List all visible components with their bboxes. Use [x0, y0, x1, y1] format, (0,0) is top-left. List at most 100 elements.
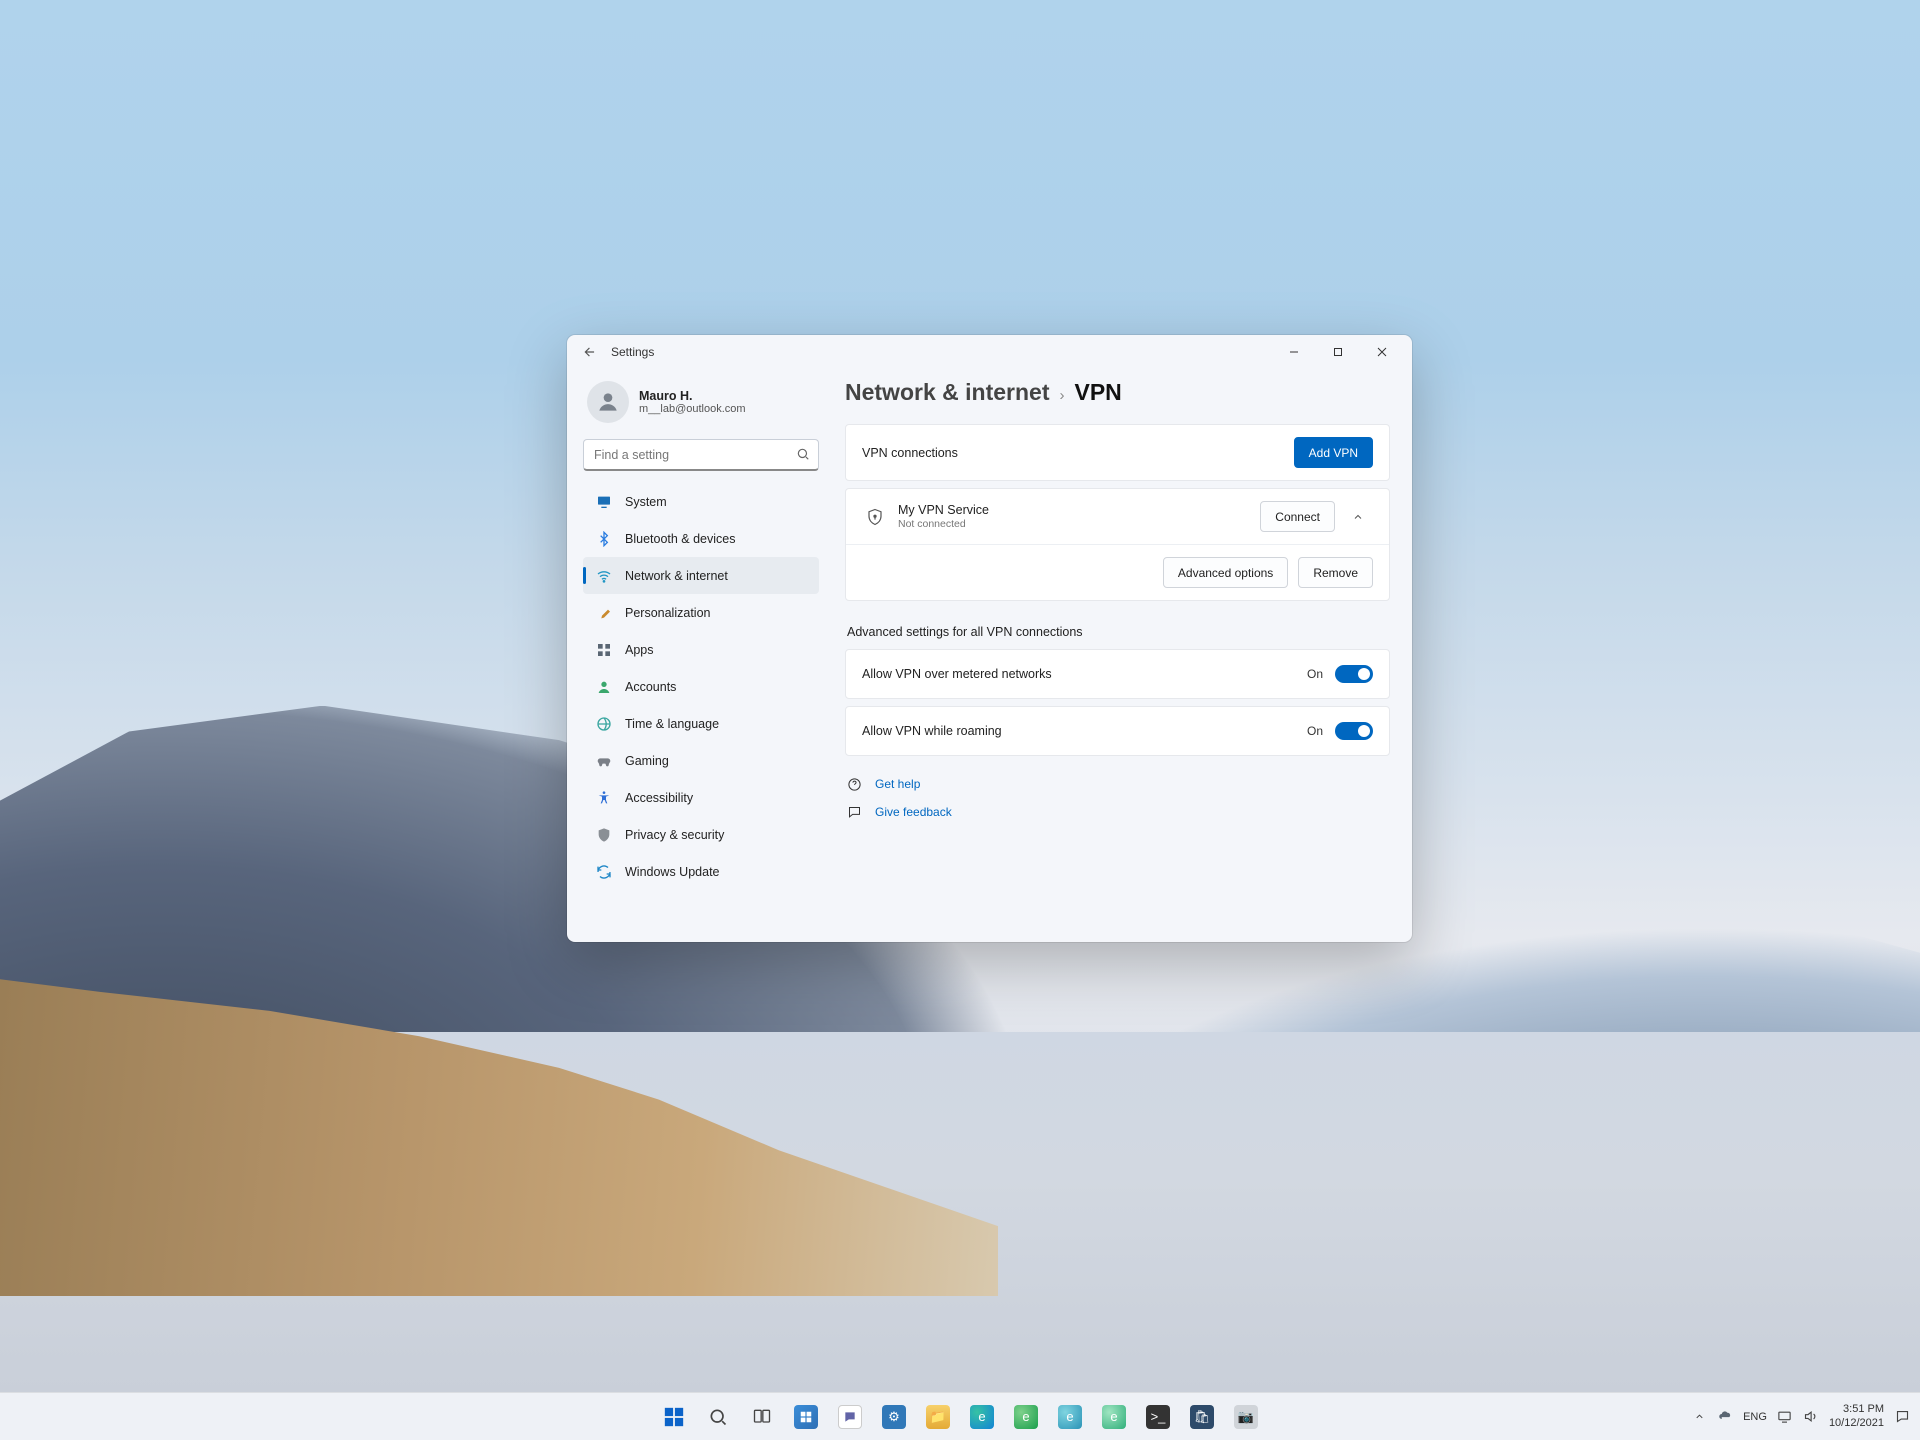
vpn-item-actions: Advanced options Remove	[846, 544, 1389, 600]
sidebar-item-accessibility[interactable]: Accessibility	[583, 779, 819, 816]
vpn-connections-card: VPN connections Add VPN	[845, 424, 1390, 481]
start-button[interactable]	[654, 1397, 694, 1437]
apps-icon	[595, 642, 613, 658]
taskbar-app-edge-canary[interactable]: e	[1094, 1397, 1134, 1437]
vpn-shield-icon	[862, 508, 888, 526]
vpn-item-row[interactable]: My VPN Service Not connected Connect	[846, 489, 1389, 544]
roaming-toggle-label: Allow VPN while roaming	[862, 724, 1002, 738]
taskbar-app-settings[interactable]: ⚙	[874, 1397, 914, 1437]
taskbar-app-explorer[interactable]: 📁	[918, 1397, 958, 1437]
taskbar-app-edge-dev[interactable]: e	[1050, 1397, 1090, 1437]
sidebar-item-label: Network & internet	[625, 569, 728, 583]
tray-date: 10/12/2021	[1829, 1417, 1884, 1430]
bluetooth-icon	[595, 531, 613, 547]
main-content: Network & internet › VPN VPN connections…	[835, 369, 1412, 942]
task-view-button[interactable]	[742, 1397, 782, 1437]
minimize-button[interactable]	[1272, 337, 1316, 367]
sidebar-item-personalization[interactable]: Personalization	[583, 594, 819, 631]
advanced-options-button[interactable]: Advanced options	[1163, 557, 1288, 588]
roaming-toggle[interactable]	[1335, 722, 1373, 740]
sidebar-item-privacy-security[interactable]: Privacy & security	[583, 816, 819, 853]
sidebar-item-time-language[interactable]: Time & language	[583, 705, 819, 742]
give-feedback-link[interactable]: Give feedback	[875, 805, 952, 819]
sidebar-item-windows-update[interactable]: Windows Update	[583, 853, 819, 890]
roaming-toggle-card: Allow VPN while roaming On	[845, 706, 1390, 756]
help-icon	[845, 777, 863, 792]
sidebar-item-label: Bluetooth & devices	[625, 532, 736, 546]
sidebar-item-label: System	[625, 495, 667, 509]
search-input[interactable]	[583, 439, 819, 471]
help-links: Get help Give feedback	[845, 770, 1390, 826]
close-button[interactable]	[1360, 337, 1404, 367]
shield-icon	[595, 827, 613, 843]
profile-name: Mauro H.	[639, 389, 746, 403]
system-tray: ENG 3:51 PM 10/12/2021	[1691, 1403, 1910, 1429]
titlebar: Settings	[567, 335, 1412, 369]
taskbar-app-edge[interactable]: e	[962, 1397, 1002, 1437]
onedrive-icon[interactable]	[1717, 1409, 1733, 1425]
gamepad-icon	[595, 753, 613, 769]
tray-overflow-icon[interactable]	[1691, 1409, 1707, 1425]
sidebar-item-apps[interactable]: Apps	[583, 631, 819, 668]
maximize-button[interactable]	[1316, 337, 1360, 367]
roaming-toggle-state: On	[1307, 724, 1323, 738]
sidebar-item-label: Windows Update	[625, 865, 720, 879]
window-title: Settings	[611, 345, 654, 359]
profile-block[interactable]: Mauro H. m__lab@outlook.com	[583, 373, 819, 437]
vpn-connections-label: VPN connections	[862, 446, 958, 460]
sidebar-item-accounts[interactable]: Accounts	[583, 668, 819, 705]
breadcrumb: Network & internet › VPN	[845, 379, 1390, 406]
accessibility-icon	[595, 790, 613, 806]
taskbar-center: ⚙ 📁 e e e e >_ 🛍 📷	[654, 1397, 1266, 1437]
taskbar-app-camera[interactable]: 📷	[1226, 1397, 1266, 1437]
taskbar: ⚙ 📁 e e e e >_ 🛍 📷 ENG 3:51 PM 10/12/202…	[0, 1392, 1920, 1440]
sidebar-item-network-internet[interactable]: Network & internet	[583, 557, 819, 594]
vpn-item-status: Not connected	[898, 518, 989, 530]
sidebar-item-gaming[interactable]: Gaming	[583, 742, 819, 779]
nav-list: System Bluetooth & devices Network & inter…	[583, 483, 819, 890]
vpn-item-card: My VPN Service Not connected Connect Adv…	[845, 488, 1390, 601]
search-field[interactable]	[583, 439, 819, 471]
sidebar-item-bluetooth-devices[interactable]: Bluetooth & devices	[583, 520, 819, 557]
settings-window: Settings Mauro H. m__lab@outlook.com	[567, 335, 1412, 942]
get-help-link[interactable]: Get help	[875, 777, 920, 791]
volume-tray-icon[interactable]	[1803, 1409, 1819, 1425]
taskbar-app-store[interactable]: 🛍	[1182, 1397, 1222, 1437]
sidebar-item-label: Time & language	[625, 717, 719, 731]
sidebar-item-label: Privacy & security	[625, 828, 724, 842]
sidebar: Mauro H. m__lab@outlook.com System Blueto…	[567, 369, 835, 942]
remove-vpn-button[interactable]: Remove	[1298, 557, 1373, 588]
tray-language[interactable]: ENG	[1743, 1411, 1767, 1423]
metered-toggle[interactable]	[1335, 665, 1373, 683]
notifications-tray-icon[interactable]	[1894, 1409, 1910, 1425]
avatar	[587, 381, 629, 423]
metered-toggle-card: Allow VPN over metered networks On	[845, 649, 1390, 699]
back-button[interactable]	[575, 337, 605, 367]
globe-clock-icon	[595, 716, 613, 732]
widgets-button[interactable]	[786, 1397, 826, 1437]
sidebar-item-label: Gaming	[625, 754, 669, 768]
brush-icon	[595, 605, 613, 621]
metered-toggle-label: Allow VPN over metered networks	[862, 667, 1052, 681]
sidebar-item-label: Personalization	[625, 606, 710, 620]
taskbar-app-edge-beta[interactable]: e	[1006, 1397, 1046, 1437]
feedback-icon	[845, 805, 863, 820]
monitor-icon	[595, 494, 613, 510]
profile-email: m__lab@outlook.com	[639, 403, 746, 415]
breadcrumb-parent[interactable]: Network & internet	[845, 379, 1049, 406]
sidebar-item-system[interactable]: System	[583, 483, 819, 520]
taskbar-app-terminal[interactable]: >_	[1138, 1397, 1178, 1437]
network-tray-icon[interactable]	[1777, 1409, 1793, 1425]
breadcrumb-current: VPN	[1074, 379, 1121, 406]
metered-toggle-state: On	[1307, 667, 1323, 681]
person-icon	[595, 679, 613, 695]
taskbar-clock[interactable]: 3:51 PM 10/12/2021	[1829, 1403, 1884, 1429]
sidebar-item-label: Apps	[625, 643, 654, 657]
connect-button[interactable]: Connect	[1260, 501, 1335, 532]
add-vpn-button[interactable]: Add VPN	[1294, 437, 1373, 468]
vpn-item-name: My VPN Service	[898, 503, 989, 517]
taskbar-search-button[interactable]	[698, 1397, 738, 1437]
tray-time: 3:51 PM	[1829, 1403, 1884, 1416]
collapse-button[interactable]	[1343, 502, 1373, 532]
chat-button[interactable]	[830, 1397, 870, 1437]
